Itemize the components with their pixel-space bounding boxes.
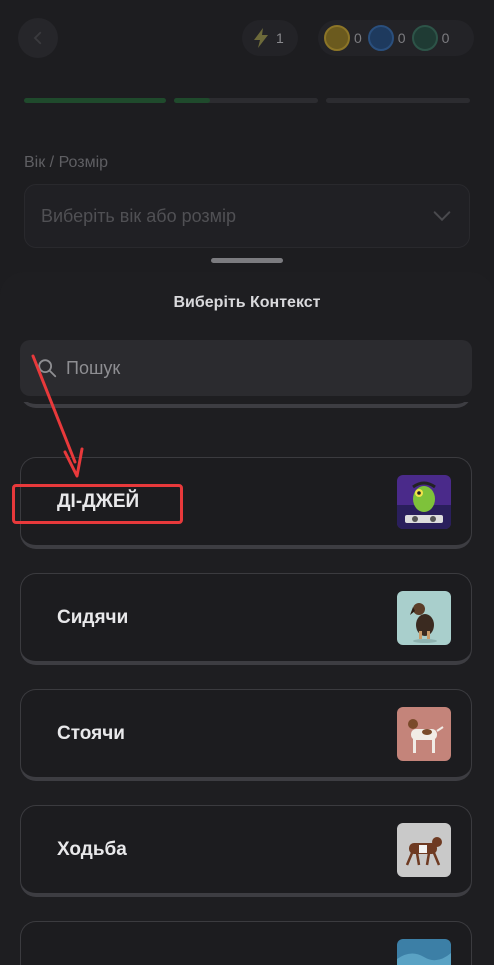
context-list: ДІ-ДЖЕЙ Сидячи Стоячи Ходьба	[0, 402, 494, 965]
sheet-drag-handle[interactable]	[211, 258, 283, 263]
progress-step-1	[24, 98, 166, 103]
sheet-title: Виберіть Контекст	[173, 294, 321, 311]
list-item-previous[interactable]	[20, 402, 472, 408]
gold-coin-value: 0	[354, 30, 362, 46]
green-coin-icon	[411, 25, 438, 51]
age-size-select[interactable]: Виберіть вік або розмір	[24, 184, 470, 248]
list-item-label: Сидячи	[57, 606, 129, 628]
background-screen: 1 0 0 0 Вік / Розмір Виберіть вік або ро…	[0, 0, 494, 300]
age-size-placeholder: Виберіть вік або розмір	[41, 205, 237, 226]
list-item-walking[interactable]: Ходьба	[20, 805, 472, 897]
energy-count: 1	[276, 30, 284, 46]
list-item-partial[interactable]	[20, 921, 472, 965]
list-item-standing[interactable]: Стоячи	[20, 689, 472, 781]
search-bar[interactable]	[20, 340, 472, 396]
dj-lizard-image	[397, 474, 451, 529]
context-bottom-sheet: Виберіть Контекст ДІ-ДЖЕЙ	[0, 272, 494, 965]
blue-coin-value: 0	[397, 30, 406, 46]
blue-coin-icon	[367, 25, 394, 51]
list-item-sitting[interactable]: Сидячи	[20, 573, 472, 665]
gold-coin-icon	[324, 25, 350, 51]
coin-balances[interactable]: 0 0 0	[318, 20, 474, 56]
arrow-left-icon	[33, 31, 42, 45]
walking-dog-image	[397, 822, 451, 877]
sitting-dog-image	[397, 590, 451, 645]
green-coin-value: 0	[441, 30, 450, 46]
list-item-label: Ходьба	[57, 838, 127, 860]
chevron-down-icon	[433, 211, 451, 222]
energy-indicator[interactable]: 1	[242, 20, 298, 56]
progress-step-2	[174, 98, 318, 103]
list-item-label: ДІ-ДЖЕЙ	[57, 490, 140, 512]
standing-dog-image	[397, 706, 451, 761]
progress-step-3	[326, 98, 470, 103]
search-icon	[38, 359, 57, 378]
age-size-label: Вік / Розмір	[24, 154, 109, 171]
search-input[interactable]	[66, 357, 446, 379]
partial-image	[397, 938, 451, 965]
list-item-label: Стоячи	[57, 722, 125, 744]
lightning-icon	[254, 28, 268, 48]
list-item-dj[interactable]: ДІ-ДЖЕЙ	[20, 457, 472, 549]
back-button[interactable]	[18, 18, 58, 58]
